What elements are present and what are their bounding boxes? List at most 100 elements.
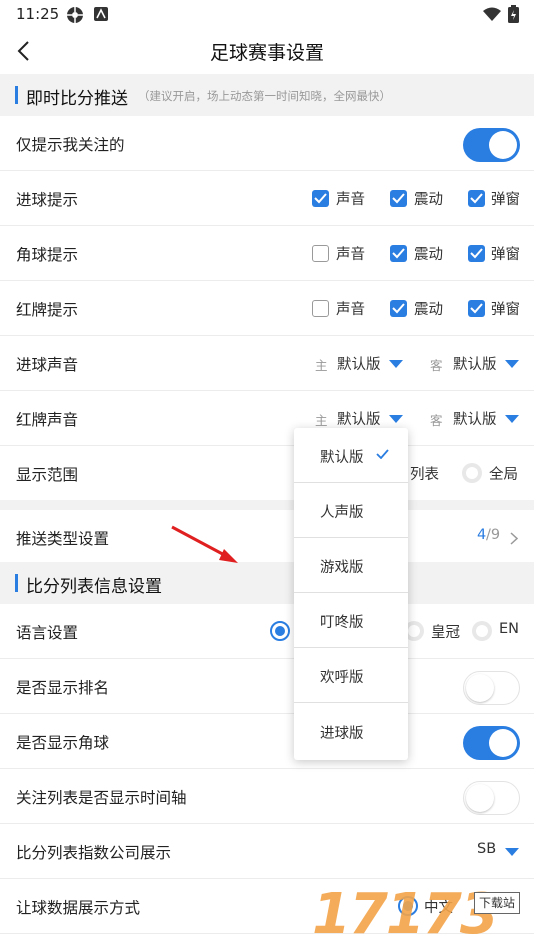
- row-corner-alert: 角球提示 声音 震动 弹窗: [0, 226, 534, 281]
- row-red-card-sound: 红牌声音 主 默认版 客 默认版: [0, 391, 534, 446]
- dropdown-item-goal[interactable]: 进球版: [294, 704, 408, 759]
- row-label: 比分列表指数公司展示: [16, 844, 172, 862]
- section-title: 比分列表信息设置: [26, 577, 162, 597]
- row-goal-alert: 进球提示 声音 震动 弹窗: [0, 171, 534, 226]
- row-label: 进球提示: [16, 191, 79, 209]
- home-tag: 主: [315, 358, 328, 373]
- away-tag: 客: [430, 358, 443, 373]
- watermark-badge: 下载站: [474, 892, 521, 914]
- row-label: 让球数据展示方式: [16, 899, 141, 917]
- push-type-count: 4: [477, 527, 487, 543]
- checkbox-label: 弹窗: [491, 247, 520, 263]
- goal-popup-checkbox[interactable]: [468, 190, 485, 207]
- row-label: 关注列表是否显示时间轴: [16, 789, 187, 807]
- section-spacer: [0, 500, 534, 510]
- watermark-logo: 17173: [312, 882, 499, 947]
- page-title: 足球赛事设置: [209, 42, 324, 64]
- radio-global[interactable]: [462, 463, 482, 483]
- corner-sound-checkbox[interactable]: [312, 245, 329, 262]
- row-timeline: 关注列表是否显示时间轴: [0, 769, 534, 824]
- section-header-live-push: 即时比分推送 （建议开启，场上动态第一时间知晓，全网最快）: [0, 74, 534, 116]
- timeline-toggle[interactable]: [463, 781, 520, 815]
- nav-bar: 足球赛事设置: [0, 30, 534, 74]
- dropdown-item-label: 欢呼版: [320, 670, 364, 686]
- goal-vibrate-checkbox[interactable]: [390, 190, 407, 207]
- battery-icon: [508, 5, 519, 27]
- corner-popup-checkbox[interactable]: [468, 245, 485, 262]
- row-only-followed: 仅提示我关注的: [0, 116, 534, 171]
- checkbox-label: 震动: [414, 302, 443, 318]
- home-sound-select[interactable]: 默认版: [337, 353, 381, 374]
- dropdown-item-label: 进球版: [320, 726, 364, 742]
- radio-language-selected[interactable]: [270, 621, 290, 641]
- row-show-rank: 是否显示排名: [0, 659, 534, 714]
- dropdown-item-dingdong[interactable]: 叮咚版: [294, 593, 408, 648]
- section-header-score-list: 比分列表信息设置: [0, 562, 534, 604]
- home-sound-select[interactable]: 默认版: [337, 408, 381, 429]
- row-push-types[interactable]: 推送类型设置 4 /9: [0, 510, 534, 565]
- row-label: 仅提示我关注的: [16, 136, 125, 154]
- dropdown-item-game[interactable]: 游戏版: [294, 538, 408, 593]
- checkbox-label: 声音: [336, 247, 365, 263]
- chevron-down-icon[interactable]: [389, 360, 403, 368]
- checkbox-label: 声音: [336, 192, 365, 208]
- home-tag: 主: [315, 413, 328, 428]
- chevron-down-icon[interactable]: [505, 415, 519, 423]
- row-label: 进球声音: [16, 356, 79, 374]
- checkbox-label: 震动: [414, 192, 443, 208]
- show-corner-toggle[interactable]: [463, 726, 520, 760]
- red-vibrate-checkbox[interactable]: [390, 300, 407, 317]
- row-label: 显示范围: [16, 466, 79, 484]
- goal-sound-checkbox[interactable]: [312, 190, 329, 207]
- app-status-icon: [94, 7, 108, 25]
- toggle-knob: [489, 729, 517, 757]
- checkbox-label: 震动: [414, 247, 443, 263]
- chevron-down-icon[interactable]: [505, 848, 519, 856]
- row-goal-sound: 进球声音 主 默认版 客 默认版: [0, 336, 534, 391]
- dropdown-item-voice[interactable]: 人声版: [294, 483, 408, 538]
- sound-version-dropdown: 默认版 人声版 游戏版 叮咚版 欢呼版 进球版: [294, 428, 408, 760]
- dropdown-item-default[interactable]: 默认版: [294, 428, 408, 483]
- row-language: 语言设置 皇冠 EN: [0, 604, 534, 659]
- checkmark-icon: [376, 449, 389, 459]
- status-bar: 11:25: [0, 0, 534, 30]
- away-sound-select[interactable]: 默认版: [453, 408, 497, 429]
- radio-label-global[interactable]: 全局: [489, 463, 518, 484]
- section-title: 即时比分推送: [26, 89, 128, 109]
- away-tag: 客: [430, 413, 443, 428]
- toggle-knob: [489, 131, 517, 159]
- dropdown-item-label: 叮咚版: [320, 615, 364, 631]
- checkbox-label: 声音: [336, 302, 365, 318]
- odds-company-select[interactable]: SB: [477, 841, 496, 857]
- radio-label-en[interactable]: EN: [499, 621, 519, 637]
- toggle-knob: [466, 784, 494, 812]
- radio-label-list[interactable]: 列表: [410, 463, 439, 484]
- checkbox-label: 弹窗: [491, 302, 520, 318]
- row-label: 是否显示角球: [16, 734, 110, 752]
- chevron-down-icon[interactable]: [505, 360, 519, 368]
- row-label: 是否显示排名: [16, 679, 110, 697]
- red-popup-checkbox[interactable]: [468, 300, 485, 317]
- corner-vibrate-checkbox[interactable]: [390, 245, 407, 262]
- row-label: 语言设置: [16, 624, 79, 642]
- row-label: 红牌提示: [16, 301, 79, 319]
- row-label: 推送类型设置: [16, 530, 110, 548]
- dropdown-item-cheer[interactable]: 欢呼版: [294, 648, 408, 703]
- row-label: 角球提示: [16, 246, 79, 264]
- section-accent-bar: [15, 86, 18, 104]
- section-hint: （建议开启，场上动态第一时间知晓，全网最快）: [138, 89, 391, 103]
- row-show-corner: 是否显示角球: [0, 714, 534, 769]
- show-rank-toggle[interactable]: [463, 671, 520, 705]
- wifi-icon: [483, 7, 501, 25]
- dropdown-item-label: 默认版: [320, 450, 364, 466]
- away-sound-select[interactable]: 默认版: [453, 353, 497, 374]
- row-red-card-alert: 红牌提示 声音 震动 弹窗: [0, 281, 534, 336]
- toggle-knob: [466, 674, 494, 702]
- red-sound-checkbox[interactable]: [312, 300, 329, 317]
- chevron-down-icon[interactable]: [389, 415, 403, 423]
- status-time: 11:25: [16, 5, 60, 23]
- dropdown-item-label: 游戏版: [320, 560, 364, 576]
- only-followed-toggle[interactable]: [463, 128, 520, 162]
- radio-label-hk[interactable]: 皇冠: [431, 621, 460, 642]
- radio-language-en[interactable]: [472, 621, 492, 641]
